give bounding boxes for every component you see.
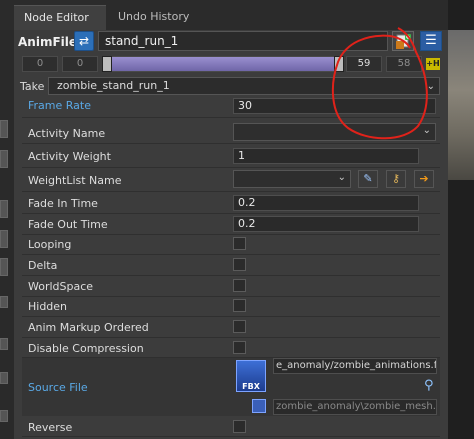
key-icon: ⚷ [391, 172, 401, 185]
source-file-field[interactable]: e_anomaly/zombie_animations.fbx [273, 358, 437, 374]
tab-node-editor[interactable]: Node Editor [14, 5, 106, 30]
take-label: Take [20, 80, 45, 93]
worldspace-label: WorldSpace [28, 280, 94, 293]
timeline-start-handle[interactable] [102, 56, 112, 72]
fade-out-time-label: Fade Out Time [28, 218, 108, 231]
left-panel-field [0, 372, 8, 384]
activity-weight-label: Activity Weight [28, 150, 111, 163]
left-panel-field [0, 296, 8, 308]
swap-icon: ⇄ [78, 34, 90, 48]
tab-undo-history[interactable]: Undo History [108, 5, 206, 30]
delta-checkbox[interactable] [233, 258, 246, 271]
animfile-label: AnimFile [18, 35, 78, 49]
hidden-checkbox[interactable] [233, 299, 246, 312]
disable-compression-checkbox[interactable] [233, 341, 246, 354]
property-row [22, 235, 440, 255]
range-start-field[interactable]: 0 [22, 56, 58, 72]
anim-markup-ordered-label: Anim Markup Ordered [28, 321, 149, 334]
fbx-file-icon[interactable]: FBX [236, 360, 266, 392]
left-panel-field [0, 230, 8, 248]
chevron-down-icon: ⌄ [337, 172, 346, 183]
left-panel-field [0, 150, 8, 168]
activity-weight-field[interactable]: 1 [233, 148, 419, 164]
reverse-label: Reverse [28, 421, 73, 434]
hidden-label: Hidden [28, 300, 68, 313]
left-panel-field [0, 410, 8, 422]
source-file-label: Source File [28, 381, 88, 394]
eyedropper-icon: ✎ [363, 172, 373, 185]
left-panel-field [0, 258, 8, 276]
annotation-circle [331, 27, 428, 140]
pick-weightlist-button[interactable]: ✎ [358, 170, 378, 188]
swap-button[interactable]: ⇄ [74, 31, 94, 51]
fade-out-time-field[interactable]: 0.2 [233, 216, 419, 232]
anim-markup-ordered-checkbox[interactable] [233, 320, 246, 333]
fade-in-time-field[interactable]: 0.2 [233, 195, 419, 211]
fade-in-time-label: Fade In Time [28, 197, 98, 210]
property-row [22, 297, 440, 317]
take-value: zombie_stand_run_1 [57, 79, 170, 92]
weightlist-dropdown[interactable]: ⌄ [233, 170, 351, 188]
clip-start-field[interactable]: 0 [62, 56, 98, 72]
weightlist-name-label: WeightList Name [28, 174, 122, 187]
disable-compression-label: Disable Compression [28, 342, 144, 355]
delta-label: Delta [28, 259, 58, 272]
looping-label: Looping [28, 238, 72, 251]
mesh-file-field[interactable]: zombie_anomaly\zombie_mesh.fbx [273, 399, 437, 415]
viewport-preview [448, 30, 474, 180]
timeline-slider[interactable] [102, 56, 342, 72]
arrow-right-icon: ➔ [419, 172, 429, 185]
reverse-checkbox[interactable] [233, 420, 246, 433]
search-icon[interactable]: ⚲ [424, 378, 434, 393]
goto-weightlist-button[interactable]: ➔ [414, 170, 434, 188]
frame-rate-label: Frame Rate [28, 99, 91, 112]
property-row [22, 417, 440, 437]
weightlist-key-button[interactable]: ⚷ [386, 170, 406, 188]
mesh-file-icon [252, 399, 266, 413]
looping-checkbox[interactable] [233, 237, 246, 250]
activity-name-label: Activity Name [28, 127, 106, 140]
left-panel-field [0, 200, 8, 218]
left-panel-field [0, 338, 8, 350]
property-row [22, 256, 440, 276]
left-panel-field [0, 120, 8, 138]
worldspace-checkbox[interactable] [233, 279, 246, 292]
